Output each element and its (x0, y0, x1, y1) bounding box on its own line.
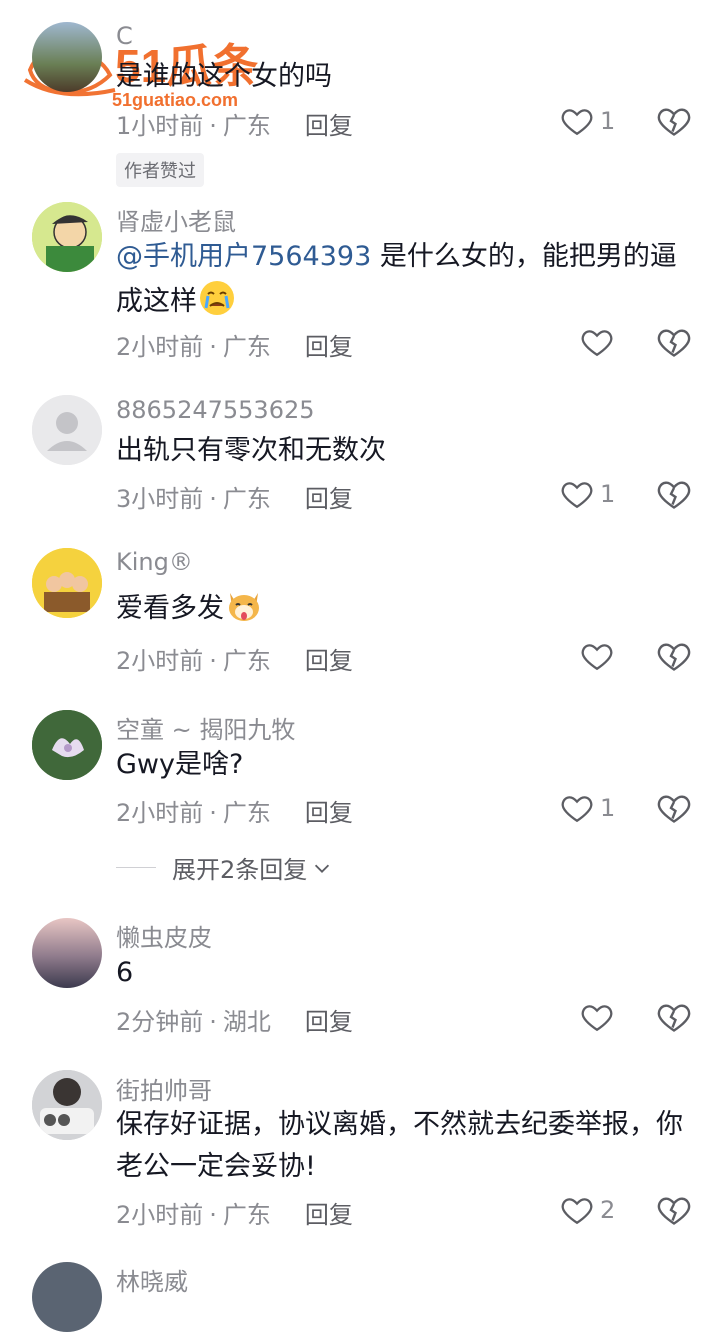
comment-meta: 1小时前 · 广东 回复 (116, 112, 353, 140)
avatar[interactable] (32, 1262, 102, 1332)
comment-time: 2分钟前 (116, 1008, 204, 1036)
like-button[interactable]: 1 (560, 788, 615, 828)
comment-location: 广东 (222, 333, 271, 361)
dislike-icon[interactable] (656, 1192, 692, 1228)
like-button[interactable]: 1 (560, 474, 615, 514)
comment-username[interactable]: 懒虫皮皮 (116, 918, 212, 953)
reply-button[interactable]: 回复 (305, 647, 353, 675)
comment-time: 2小时前 (116, 333, 204, 361)
avatar[interactable] (32, 918, 102, 988)
avatar[interactable] (32, 548, 102, 618)
comment-time: 2小时前 (116, 799, 204, 827)
divider-line (116, 867, 156, 868)
comment-meta: 3小时前 · 广东 回复 (116, 485, 353, 513)
comment-text: @手机用户7564393 是什么女的，能把男的逼成这样 (116, 236, 691, 323)
comment-meta: 2小时前 · 广东 回复 (116, 1201, 353, 1229)
dislike-icon[interactable] (656, 790, 692, 826)
comment-username[interactable]: King® (116, 548, 193, 576)
like-button[interactable] (580, 322, 620, 362)
comment-location: 广东 (222, 647, 271, 675)
like-count: 1 (600, 480, 616, 508)
crying-emoji-icon (200, 281, 234, 315)
comment-location: 广东 (222, 485, 271, 513)
avatar[interactable] (32, 1070, 102, 1140)
comment-username[interactable]: C (116, 22, 133, 50)
comment-text: 出轨只有零次和无数次 (116, 435, 386, 466)
reply-button[interactable]: 回复 (305, 485, 353, 513)
chevron-down-icon (315, 864, 330, 873)
avatar-image (32, 548, 102, 618)
avatar[interactable] (32, 395, 102, 465)
reply-button[interactable]: 回复 (305, 1008, 353, 1036)
dislike-icon[interactable] (656, 476, 692, 512)
like-button[interactable]: 1 (560, 101, 615, 141)
expand-replies-button[interactable]: 展开2条回复 (116, 850, 333, 885)
avatar-image (32, 202, 102, 272)
avatar[interactable] (32, 202, 102, 272)
heart-icon (581, 644, 613, 671)
heart-icon (561, 1198, 593, 1225)
comment-text: 爱看多发 (116, 585, 691, 630)
heart-icon (561, 109, 593, 136)
comment-meta: 2分钟前 · 湖北 回复 (116, 1008, 353, 1036)
author-liked-badge: 作者赞过 (116, 153, 204, 187)
comment-text: Gwy是啥? (116, 749, 244, 780)
reply-button[interactable]: 回复 (305, 112, 353, 140)
comment-text: 是谁的这个女的吗 (116, 61, 332, 92)
comment-text: 6 (116, 957, 134, 988)
comment-time: 2小时前 (116, 1201, 204, 1229)
reply-button[interactable]: 回复 (305, 1201, 353, 1229)
dislike-icon[interactable] (656, 999, 692, 1035)
like-button[interactable] (580, 636, 620, 676)
comment-text: 保存好证据，协议离婚，不然就去纪委举报，你老公一定会妥协! (116, 1109, 683, 1182)
comment-location: 广东 (222, 1201, 271, 1229)
comment-meta: 2小时前 · 广东 回复 (116, 799, 353, 827)
heart-icon (581, 1005, 613, 1032)
comment-time: 2小时前 (116, 647, 204, 675)
like-button[interactable]: 2 (560, 1190, 615, 1230)
like-count: 1 (600, 107, 616, 135)
avatar[interactable] (32, 22, 102, 92)
comment-username[interactable]: 空童 ~ 揭阳九牧 (116, 710, 295, 745)
expand-replies-label: 展开2条回复 (172, 856, 308, 884)
comment-location: 湖北 (222, 1008, 271, 1036)
reply-button[interactable]: 回复 (305, 333, 353, 361)
comment-meta: 2小时前 · 广东 回复 (116, 333, 353, 361)
avatar-image (32, 710, 102, 780)
dog-emoji-icon (229, 593, 259, 621)
comment-time: 3小时前 (116, 485, 204, 513)
avatar[interactable] (32, 710, 102, 780)
comment-location: 广东 (222, 799, 271, 827)
dislike-icon[interactable] (656, 103, 692, 139)
comment-username[interactable]: 8865247553625 (116, 396, 315, 424)
comment-meta: 2小时前 · 广东 回复 (116, 647, 353, 675)
comment-username[interactable]: 肾虚小老鼠 (116, 202, 236, 237)
default-avatar-icon (32, 395, 102, 465)
comment-username[interactable]: 街拍帅哥 (116, 1071, 212, 1106)
heart-icon (561, 482, 593, 509)
like-count: 2 (600, 1196, 616, 1224)
heart-icon (561, 796, 593, 823)
mention-link[interactable]: @手机用户7564393 (116, 241, 371, 272)
comment-location: 广东 (222, 112, 271, 140)
comment-body: 爱看多发 (116, 593, 224, 624)
like-button[interactable] (580, 997, 620, 1037)
dislike-icon[interactable] (656, 638, 692, 674)
comment-time: 1小时前 (116, 112, 204, 140)
heart-icon (581, 330, 613, 357)
dislike-icon[interactable] (656, 324, 692, 360)
avatar-image (32, 1070, 102, 1140)
like-count: 1 (600, 794, 616, 822)
reply-button[interactable]: 回复 (305, 799, 353, 827)
